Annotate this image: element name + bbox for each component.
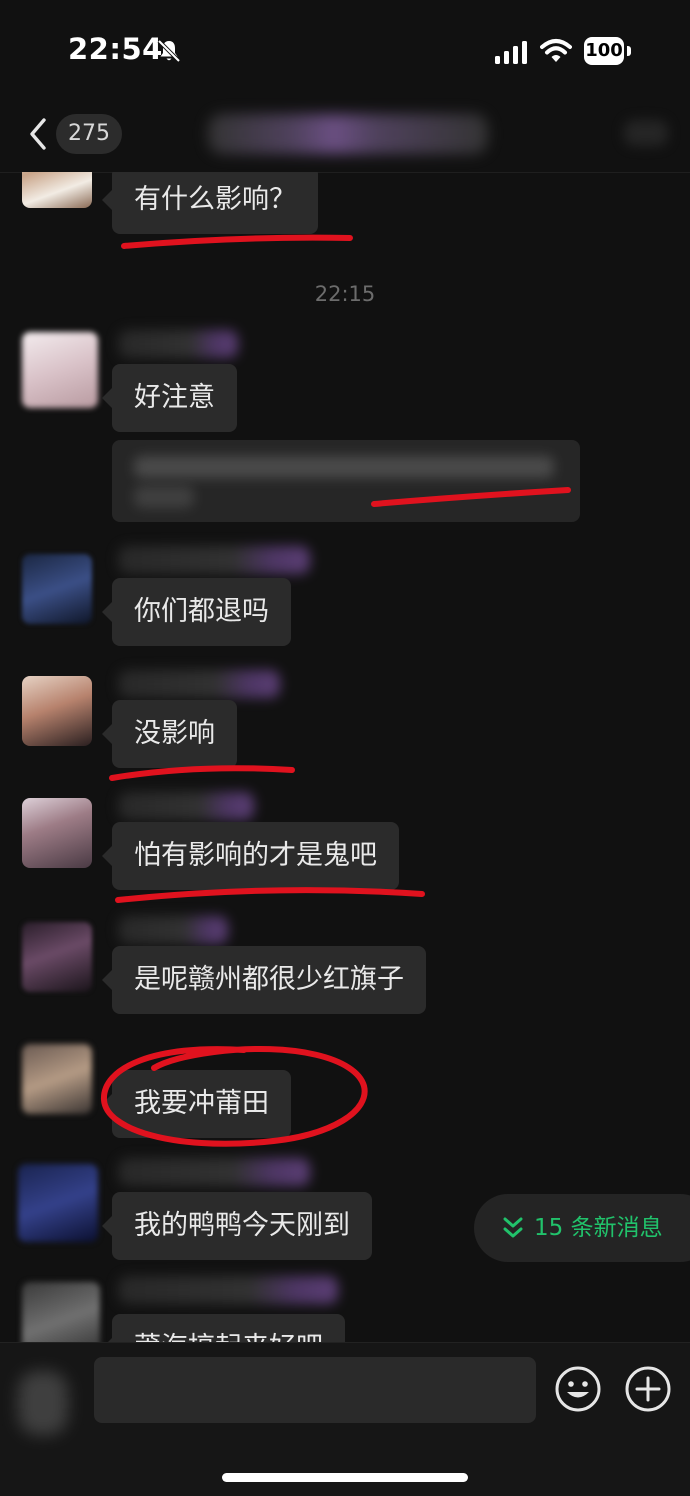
double-chevron-down-icon [503,1217,523,1238]
avatar[interactable] [18,1164,98,1242]
sender-name-redacted [118,546,310,574]
unread-count-badge[interactable]: 275 [56,114,122,154]
sender-name-redacted [118,330,238,358]
sender-name-redacted [118,1158,310,1186]
avatar[interactable] [22,1044,92,1114]
message-input[interactable] [94,1357,536,1423]
chat-title-redacted [208,114,488,154]
red-underline-annotation [115,887,425,903]
battery-indicator: 100 [584,37,631,65]
sender-name-redacted [118,670,280,698]
sender-name-redacted [118,1276,338,1304]
cellular-signal-icon [495,41,527,64]
sender-name-redacted [118,916,228,944]
chat-header: 275 [0,100,690,173]
avatar[interactable] [22,332,98,408]
home-indicator[interactable] [222,1473,468,1482]
redacted-text [134,456,554,478]
redacted-text [134,486,194,508]
message-input-bar [0,1342,690,1496]
status-time: 22:54 [68,32,163,66]
avatar[interactable] [22,554,92,624]
back-chevron-icon[interactable] [26,116,50,152]
avatar[interactable] [22,172,92,208]
status-bar: 22:54 100 [0,0,690,100]
emoji-icon[interactable] [554,1365,602,1413]
voice-button-redacted[interactable] [18,1371,68,1435]
new-messages-button[interactable]: 15 条新消息 [474,1194,690,1262]
message-timestamp: 22:15 [314,282,376,306]
message-bubble[interactable]: 是呢赣州都很少红旗子 [102,946,426,1014]
message-bubble[interactable]: 我的鸭鸭今天刚到 [102,1192,372,1260]
message-bubble[interactable]: 莆海搞起来好吧 [102,1314,345,1342]
chat-screen: 22:54 100 275 有什么影响？ 22:15 好注意 你们都退吗 没影响… [0,0,690,1496]
avatar[interactable] [22,1282,100,1342]
red-underline-annotation [121,234,353,249]
red-circle-annotation [100,1046,368,1147]
avatar[interactable] [22,922,92,992]
add-attachment-icon[interactable] [624,1365,672,1413]
wifi-icon [540,39,572,62]
more-options-redacted[interactable] [624,120,668,146]
sender-name-redacted [118,792,254,820]
message-bubble[interactable]: 你们都退吗 [102,578,291,646]
battery-cap [627,46,631,56]
bell-slash-icon [157,39,181,63]
new-messages-label: 15 条新消息 [534,1215,663,1241]
red-underline-annotation [109,765,295,781]
avatar[interactable] [22,676,92,746]
message-bubble[interactable]: 好注意 [102,364,237,432]
battery-level: 100 [584,37,624,65]
message-list[interactable]: 有什么影响？ 22:15 好注意 你们都退吗 没影响 怕有影响的才是鬼吧 是呢赣… [0,172,690,1342]
avatar[interactable] [22,798,92,868]
red-underline-annotation [371,487,571,507]
